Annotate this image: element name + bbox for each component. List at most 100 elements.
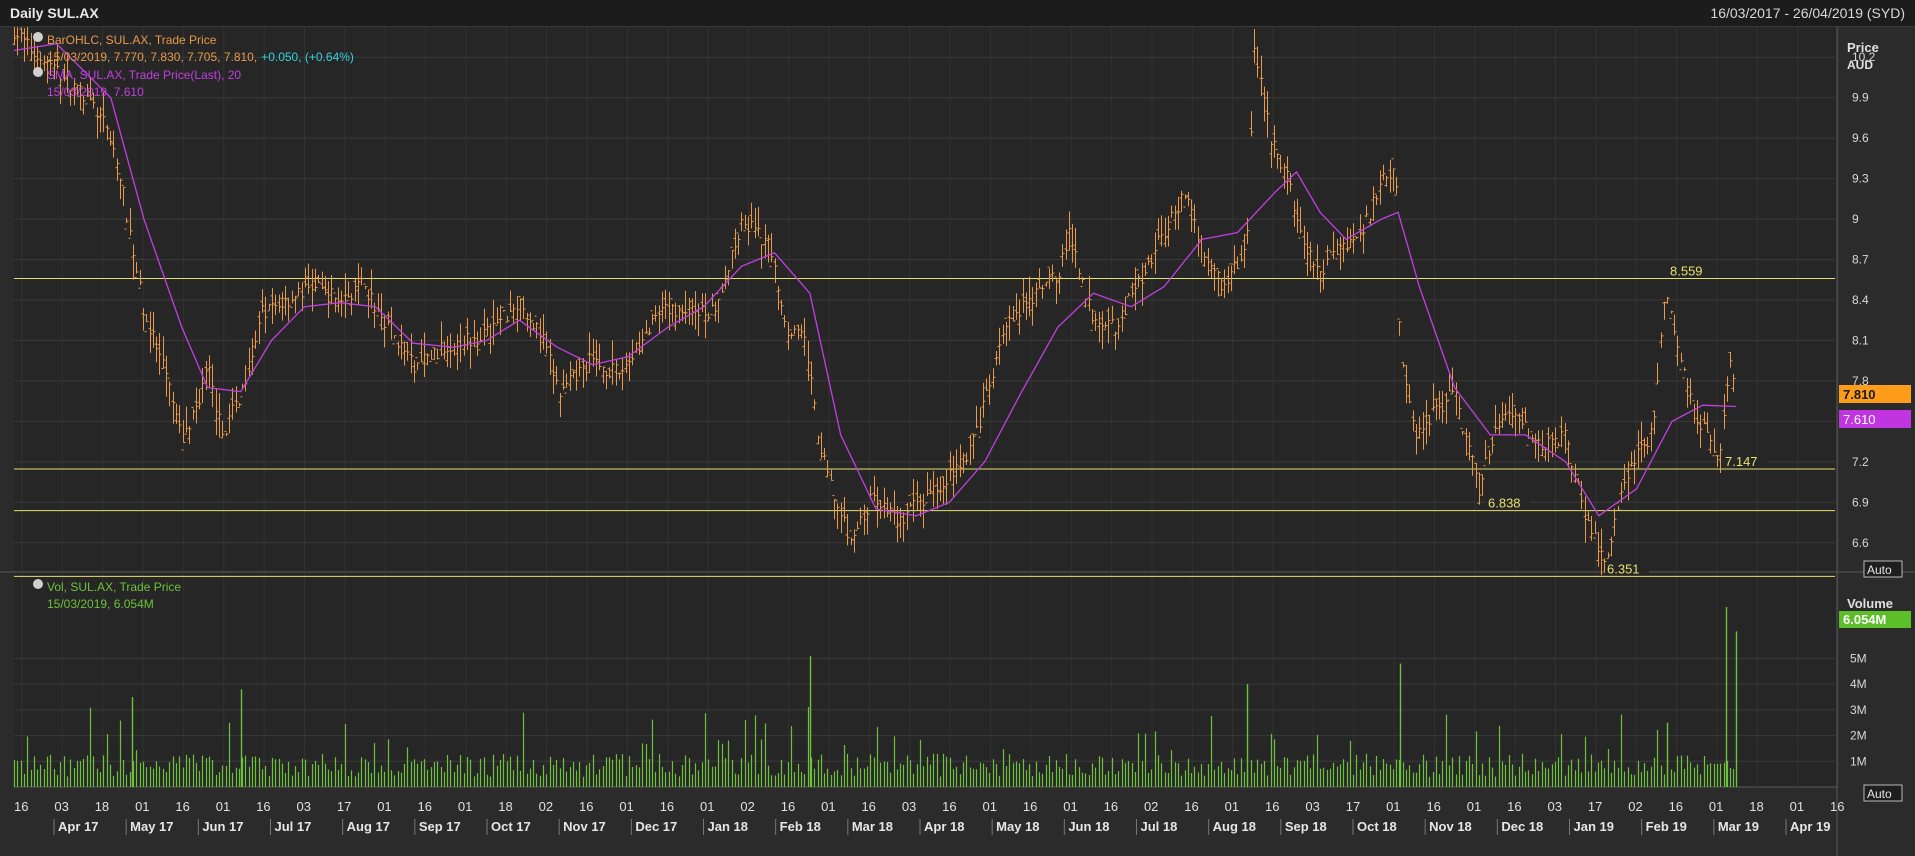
x-month-label: Jul 17 <box>275 819 312 834</box>
x-day-label: 01 <box>1386 799 1400 814</box>
x-month-label: Jan 19 <box>1574 819 1614 834</box>
x-day-label: 16 <box>1184 799 1198 814</box>
x-day-label: 01 <box>821 799 835 814</box>
x-month-label: Oct 18 <box>1357 819 1397 834</box>
horizontal-level-label: 8.559 <box>1670 264 1703 279</box>
x-day-label: 18 <box>1749 799 1763 814</box>
x-day-label: 16 <box>256 799 270 814</box>
x-day-label: 03 <box>54 799 68 814</box>
x-day-label: 16 <box>660 799 674 814</box>
x-day-label: 02 <box>1144 799 1158 814</box>
x-day-label: 16 <box>579 799 593 814</box>
chart-window: Daily SUL.AX 16/03/2017 - 26/04/2019 (SY… <box>0 0 1915 856</box>
last-price-badge-text: 7.810 <box>1843 387 1876 402</box>
price-tick-label: 9 <box>1852 212 1859 226</box>
x-day-label: 16 <box>1265 799 1279 814</box>
volume-legend-label: Vol, SUL.AX, Trade Price <box>47 580 181 594</box>
x-day-label: 16 <box>1507 799 1521 814</box>
chart-title: Daily SUL.AX <box>10 5 99 21</box>
x-day-label: 01 <box>377 799 391 814</box>
horizontal-level-label: 7.147 <box>1725 454 1758 469</box>
x-month-label: Nov 17 <box>563 819 606 834</box>
price-tick-label: 9.9 <box>1852 91 1869 105</box>
x-day-label: 16 <box>175 799 189 814</box>
x-day-label: 16 <box>942 799 956 814</box>
bar-legend-values: 15/03/2019, 7.770, 7.830, 7.705, 7.810, <box>47 50 257 64</box>
x-month-label: Jul 18 <box>1141 819 1178 834</box>
price-tick-label: 6.9 <box>1852 495 1869 509</box>
last-sma-badge-text: 7.610 <box>1843 412 1876 427</box>
x-day-label: 01 <box>1063 799 1077 814</box>
x-day-label: 18 <box>498 799 512 814</box>
x-day-label: 01 <box>700 799 714 814</box>
x-month-label: Apr 17 <box>58 819 98 834</box>
price-legend-clock-icon[interactable] <box>33 32 43 42</box>
x-month-label: Apr 19 <box>1790 819 1830 834</box>
price-tick-label: 9.6 <box>1852 131 1869 145</box>
chart-background <box>0 27 1915 856</box>
x-month-label: Nov 18 <box>1429 819 1472 834</box>
price-tick-label: 8.4 <box>1852 293 1869 307</box>
price-volume-chart: 8.5597.1476.8386.351 Price AUD Volume 10… <box>0 27 1915 856</box>
x-month-label: Apr 18 <box>924 819 964 834</box>
x-month-label: Oct 17 <box>491 819 531 834</box>
x-day-label: 01 <box>135 799 149 814</box>
horizontal-level-label: 6.838 <box>1488 496 1521 511</box>
x-day-label: 16 <box>781 799 795 814</box>
price-auto-scale-label[interactable]: Auto <box>1867 563 1892 577</box>
x-day-label: 03 <box>902 799 916 814</box>
sma-legend-clock-icon[interactable] <box>33 67 43 77</box>
x-day-label: 18 <box>95 799 109 814</box>
x-month-label: May 17 <box>130 819 173 834</box>
title-bar: Daily SUL.AX 16/03/2017 - 26/04/2019 (SY… <box>0 0 1915 27</box>
volume-tick-label: 5M <box>1850 651 1867 665</box>
x-day-label: 16 <box>14 799 28 814</box>
volume-axis-title: Volume <box>1847 596 1893 611</box>
x-day-label: 01 <box>1467 799 1481 814</box>
volume-legend-clock-icon[interactable] <box>33 579 43 589</box>
x-day-label: 01 <box>619 799 633 814</box>
last-volume-badge-text: 6.054M <box>1843 612 1886 627</box>
x-day-label: 16 <box>418 799 432 814</box>
x-day-label: 16 <box>861 799 875 814</box>
volume-legend-values: 15/03/2019, 6.054M <box>47 597 154 611</box>
x-month-label: Sep 17 <box>419 819 461 834</box>
x-day-label: 02 <box>539 799 553 814</box>
x-month-label: May 18 <box>996 819 1039 834</box>
price-tick-label: 10.2 <box>1852 50 1876 64</box>
horizontal-level-label: 6.351 <box>1607 561 1640 576</box>
x-month-label: Aug 17 <box>347 819 390 834</box>
x-day-label: 16 <box>1426 799 1440 814</box>
volume-tick-label: 3M <box>1850 703 1867 717</box>
x-day-label: 01 <box>1790 799 1804 814</box>
volume-pane <box>14 572 1837 787</box>
date-range: 16/03/2017 - 26/04/2019 (SYD) <box>1710 5 1905 21</box>
price-tick-label: 6.6 <box>1852 536 1869 550</box>
x-month-label: Jan 18 <box>708 819 748 834</box>
volume-auto-scale-label[interactable]: Auto <box>1867 787 1892 801</box>
x-month-label: Dec 18 <box>1501 819 1543 834</box>
price-pane <box>14 27 1837 571</box>
price-tick-label: 8.1 <box>1852 333 1869 347</box>
sma-legend-label: SMA, SUL.AX, Trade Price(Last), 20 <box>47 68 241 82</box>
x-month-label: Aug 18 <box>1213 819 1256 834</box>
x-day-label: 16 <box>1669 799 1683 814</box>
x-day-label: 03 <box>296 799 310 814</box>
x-day-label: 17 <box>337 799 351 814</box>
x-month-label: Sep 18 <box>1285 819 1327 834</box>
x-day-label: 16 <box>1023 799 1037 814</box>
x-day-label: 17 <box>1588 799 1602 814</box>
x-month-label: Feb 18 <box>780 819 821 834</box>
price-tick-label: 7.2 <box>1852 455 1869 469</box>
x-month-label: Mar 19 <box>1718 819 1759 834</box>
sma-legend-values: 15/03/2019, 7.610 <box>47 85 144 99</box>
x-month-label: Feb 19 <box>1646 819 1687 834</box>
volume-tick-label: 1M <box>1850 754 1867 768</box>
x-day-label: 01 <box>983 799 997 814</box>
x-day-label: 16 <box>1830 799 1844 814</box>
x-day-label: 02 <box>740 799 754 814</box>
volume-tick-label: 4M <box>1850 677 1867 691</box>
volume-tick-label: 2M <box>1850 729 1867 743</box>
x-month-label: Mar 18 <box>852 819 893 834</box>
x-day-label: 01 <box>1225 799 1239 814</box>
